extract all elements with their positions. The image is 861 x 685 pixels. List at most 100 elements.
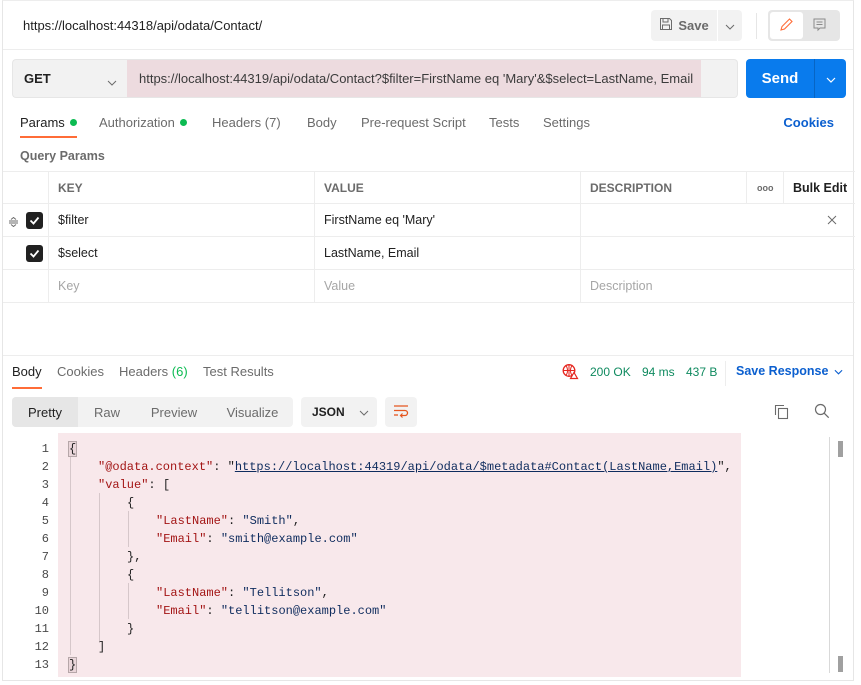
- indent-guide: [99, 493, 100, 643]
- save-response-button[interactable]: Save Response: [736, 364, 843, 378]
- tab-response-headers[interactable]: Headers (6): [119, 364, 188, 379]
- save-response-label: Save Response: [736, 364, 829, 378]
- checkmark-icon: [29, 246, 40, 261]
- pane-divider[interactable]: [3, 355, 853, 356]
- indent-guide: [128, 511, 129, 547]
- status-code[interactable]: 200 OK: [590, 365, 631, 379]
- param-key[interactable]: $select: [48, 237, 314, 269]
- save-button[interactable]: Save: [651, 10, 717, 41]
- param-enabled-checkbox[interactable]: [26, 212, 43, 229]
- request-title[interactable]: https://localhost:44318/api/odata/Contac…: [23, 18, 262, 33]
- divider: [725, 361, 726, 386]
- params-indicator-dot: [69, 119, 77, 126]
- method-value: GET: [24, 71, 51, 86]
- url-field[interactable]: https://localhost:44319/api/odata/Contac…: [127, 59, 738, 98]
- tab-authorization[interactable]: Authorization: [99, 115, 187, 130]
- chevron-down-icon: [834, 364, 843, 378]
- search-icon[interactable]: [814, 403, 830, 422]
- line-number: 4: [41, 496, 49, 510]
- copy-icon[interactable]: [774, 404, 789, 423]
- line-number: 11: [34, 622, 49, 636]
- close-icon[interactable]: [827, 213, 837, 228]
- tab-response-body[interactable]: Body: [12, 364, 42, 379]
- json-brace: }: [67, 657, 78, 673]
- line-number: 8: [41, 568, 49, 582]
- tab-headers[interactable]: Headers (7): [212, 115, 281, 130]
- tab-params[interactable]: Params: [20, 115, 77, 130]
- tab-settings[interactable]: Settings: [543, 115, 590, 130]
- method-select[interactable]: GET: [12, 59, 127, 98]
- save-options-button[interactable]: [718, 10, 742, 41]
- tab-response-cookies[interactable]: Cookies: [57, 364, 104, 379]
- view-pretty[interactable]: Pretty: [12, 397, 78, 427]
- send-group: Send: [746, 59, 846, 98]
- active-response-tab-indicator: [12, 387, 42, 389]
- view-visualize[interactable]: Visualize: [212, 397, 293, 427]
- checkmark-icon: [29, 213, 40, 228]
- divider: [756, 13, 757, 39]
- param-enabled-checkbox[interactable]: [26, 245, 43, 262]
- vertical-scrollbar[interactable]: [829, 437, 843, 673]
- param-key[interactable]: $filter: [48, 204, 314, 236]
- response-body-viewer[interactable]: 1 2 3 4 5 6 7 8 9 10 11 12 13 { "@odata.…: [3, 433, 855, 677]
- code-line: "value": [: [98, 478, 171, 492]
- query-params-label: Query Params: [20, 149, 105, 163]
- param-description[interactable]: [580, 204, 855, 236]
- new-value-input[interactable]: Value: [314, 270, 580, 302]
- param-description[interactable]: [580, 237, 855, 269]
- code-line: }: [67, 657, 78, 673]
- tab-test-results[interactable]: Test Results: [203, 364, 274, 379]
- format-select[interactable]: JSON: [301, 397, 377, 427]
- tab-headers-label: Headers: [212, 115, 262, 130]
- tab-params-label: Params: [20, 115, 65, 130]
- tab-body[interactable]: Body: [307, 115, 337, 130]
- code-line: {: [127, 496, 135, 510]
- view-preview[interactable]: Preview: [136, 397, 212, 427]
- save-label: Save: [678, 18, 709, 33]
- new-key-input[interactable]: Key: [48, 270, 314, 302]
- response-size[interactable]: 437 B: [686, 365, 717, 379]
- view-raw[interactable]: Raw: [78, 397, 136, 427]
- send-button[interactable]: Send: [746, 59, 814, 98]
- json-string: "Smith": [242, 514, 293, 528]
- line-number: 12: [34, 640, 49, 654]
- code-line: "LastName": "Tellitson",: [156, 586, 329, 600]
- edit-mode-button[interactable]: [770, 12, 803, 39]
- tab-tests[interactable]: Tests: [489, 115, 519, 130]
- new-description-input[interactable]: Description: [580, 270, 855, 302]
- code-line: "Email": "smith@example.com": [156, 532, 358, 546]
- code-line: "Email": "tellitson@example.com": [156, 604, 387, 618]
- bulk-edit-button[interactable]: Bulk Edit: [783, 172, 855, 203]
- postman-request-panel: https://localhost:44318/api/odata/Contac…: [2, 0, 855, 681]
- send-options-button[interactable]: [814, 59, 846, 98]
- code-line: },: [127, 550, 142, 564]
- code-line: {: [67, 441, 78, 457]
- authorization-indicator-dot: [179, 119, 187, 126]
- scrollbar-bottom-thumb[interactable]: [838, 656, 843, 672]
- param-value[interactable]: LastName, Email: [314, 237, 580, 269]
- tab-response-headers-label: Headers: [119, 364, 169, 379]
- line-number: 3: [41, 478, 49, 492]
- line-number: 6: [41, 532, 49, 546]
- tab-prerequest-script[interactable]: Pre-request Script: [361, 115, 466, 130]
- view-mode-toggle: [768, 10, 840, 41]
- request-tabs: Params Authorization Headers (7) Body Pr…: [3, 111, 853, 139]
- chevron-down-icon: [725, 18, 735, 33]
- cookies-link[interactable]: Cookies: [783, 115, 834, 130]
- more-options-button[interactable]: ooo: [746, 172, 783, 203]
- param-value[interactable]: FirstName eq 'Mary': [314, 204, 580, 236]
- wrap-lines-button[interactable]: [385, 397, 417, 427]
- odata-context-link[interactable]: https://localhost:44319/api/odata/$metad…: [235, 460, 717, 474]
- json-key: "Email": [156, 604, 207, 618]
- line-number: 9: [41, 586, 49, 600]
- json-key: "@odata.context": [98, 460, 214, 474]
- globe-warning-icon[interactable]: [562, 363, 579, 383]
- json-string: "tellitson@example.com": [220, 604, 387, 618]
- response-time[interactable]: 94 ms: [642, 365, 675, 379]
- url-input[interactable]: https://localhost:44319/api/odata/Contac…: [127, 60, 701, 97]
- drag-handle-icon[interactable]: [8, 215, 19, 230]
- comments-mode-button[interactable]: [803, 12, 836, 39]
- scrollbar-top-thumb[interactable]: [838, 441, 843, 457]
- line-number: 1: [41, 442, 49, 456]
- param-row: $filter FirstName eq 'Mary': [3, 204, 855, 237]
